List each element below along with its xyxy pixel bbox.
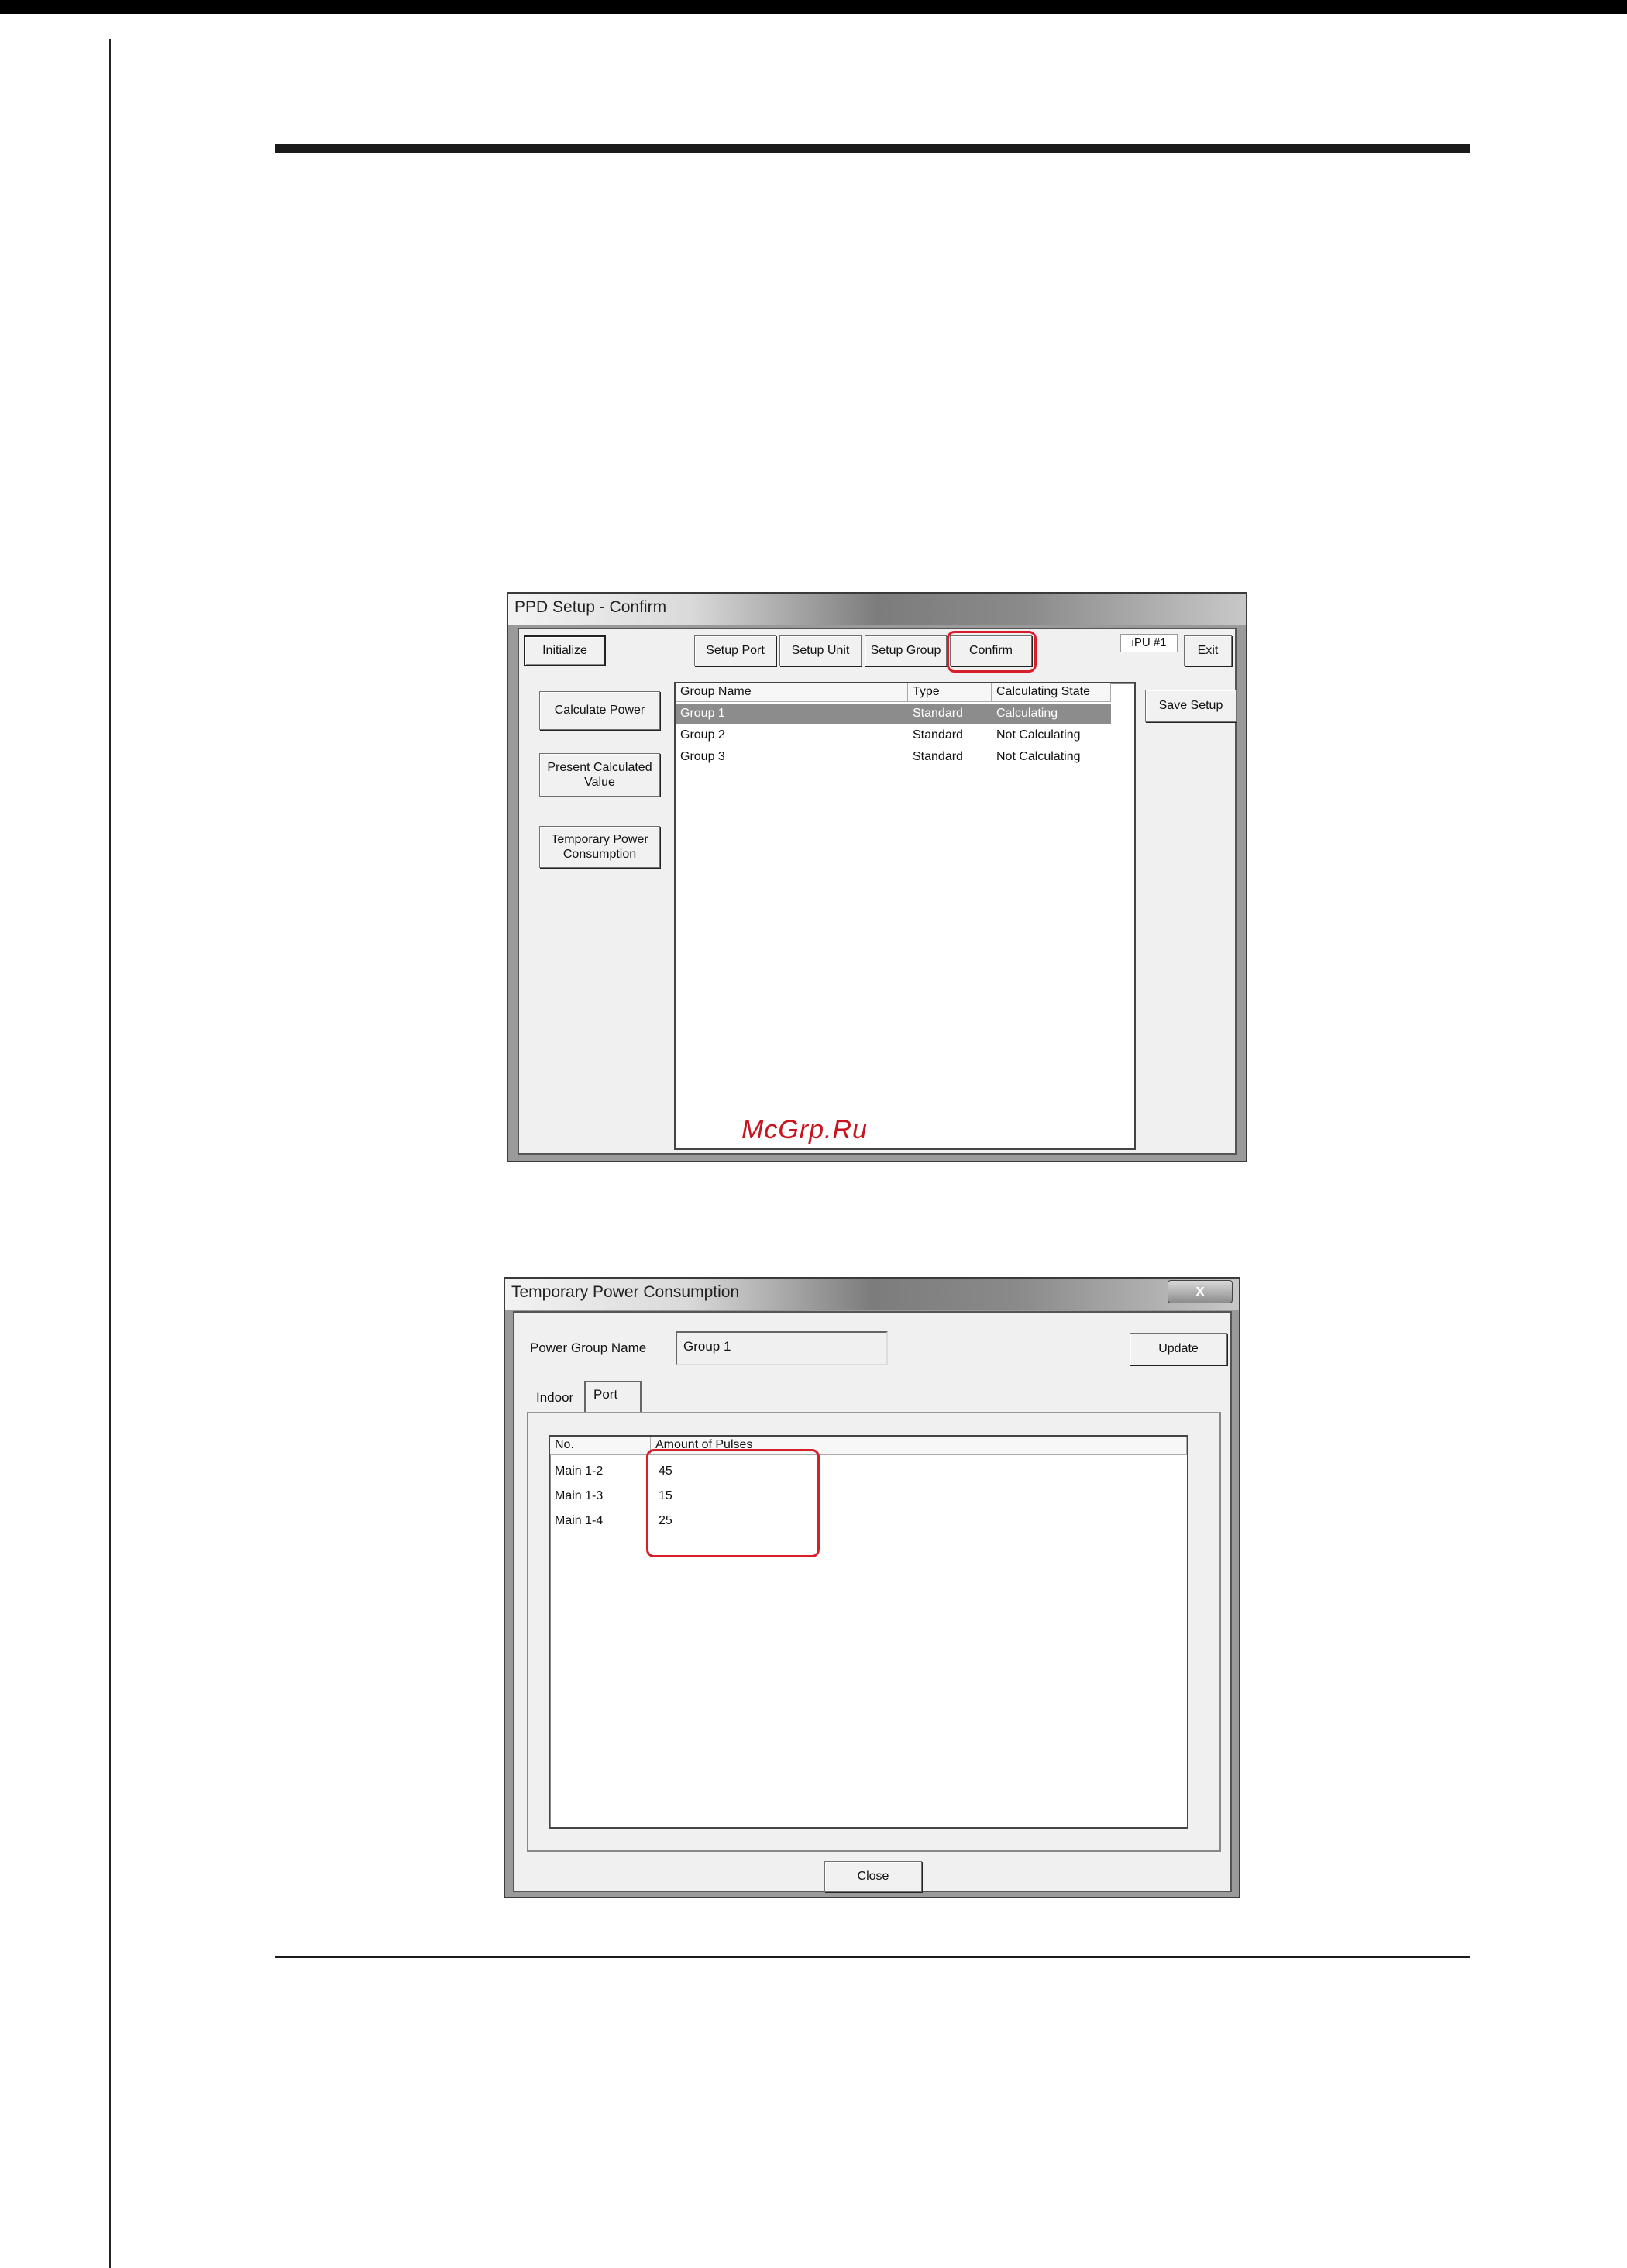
power-group-name-value: Group 1 (683, 1339, 731, 1354)
close-button[interactable]: Close (824, 1861, 922, 1892)
setup-port-button[interactable]: Setup Port (694, 635, 776, 666)
temporary-power-consumption-button[interactable]: Temporary Power Consumption (539, 826, 660, 868)
power-group-name-field[interactable]: Group 1 (676, 1331, 888, 1365)
row-no: Main 1-3 (555, 1489, 604, 1502)
table-row[interactable]: Main 1-4 25 (550, 1509, 1185, 1533)
port-list[interactable]: No. Amount of Pulses Main 1-2 45 Main 1-… (549, 1435, 1188, 1829)
save-setup-button[interactable]: Save Setup (1145, 690, 1237, 722)
temporary-power-label-2: Consumption (562, 848, 637, 861)
column-header-type-label: Type (913, 685, 940, 698)
row-calculating-state: Not Calculating (996, 728, 1081, 742)
table-row[interactable]: Main 1-2 45 (550, 1460, 1185, 1483)
setup-unit-button[interactable]: Setup Unit (779, 635, 862, 666)
table-row[interactable]: Group 3 Standard Not Calculating (676, 747, 1111, 767)
row-no: Main 1-4 (555, 1514, 604, 1527)
confirm-highlight (947, 631, 1037, 673)
row-group-name: Group 3 (680, 750, 725, 763)
temporary-power-label-1: Temporary Power (551, 832, 648, 846)
exit-label: Exit (1197, 644, 1219, 658)
column-header-type[interactable]: Type (908, 683, 992, 702)
row-no: Main 1-2 (555, 1464, 604, 1478)
exit-button[interactable]: Exit (1184, 635, 1232, 666)
column-header-calculating-state-label: Calculating State (996, 685, 1090, 698)
initialize-button[interactable]: Initialize (524, 635, 606, 666)
group-list[interactable]: Group Name Type Calculating State Group … (674, 682, 1136, 1150)
setup-port-label: Setup Port (706, 644, 765, 658)
present-calculated-label-2: Value (584, 776, 615, 789)
tab-indoor[interactable]: Indoor (531, 1387, 584, 1409)
ipu-label-text: iPU #1 (1131, 636, 1167, 649)
row-type: Standard (913, 728, 963, 742)
tab-panel: No. Amount of Pulses Main 1-2 45 Main 1-… (527, 1412, 1221, 1852)
page-left-rule (109, 39, 111, 2268)
column-header-no[interactable]: No. (550, 1437, 651, 1455)
column-header-group-name-label: Group Name (680, 685, 752, 698)
table-row[interactable]: Main 1-3 15 (550, 1485, 1185, 1508)
tab-port-label: Port (593, 1387, 618, 1402)
ppd-setup-client: Initialize Setup Port Setup Unit Setup G… (518, 628, 1237, 1155)
column-header-group-name[interactable]: Group Name (676, 683, 908, 702)
window-title: PPD Setup - Confirm (514, 598, 667, 616)
temporary-power-titlebar: Temporary Power Consumption x (505, 1279, 1239, 1310)
row-group-name: Group 1 (680, 707, 725, 720)
update-label: Update (1158, 1342, 1199, 1356)
present-calculated-value-button[interactable]: Present Calculated Value (539, 753, 660, 797)
ppd-setup-window: PPD Setup - Confirm Initialize Setup Por… (507, 592, 1247, 1162)
ipu-label: iPU #1 (1120, 634, 1178, 652)
section-rule-bottom (275, 1956, 1470, 1958)
temporary-power-client: Power Group Name Group 1 Update Indoor P… (513, 1311, 1232, 1892)
tab-indoor-label: Indoor (536, 1390, 574, 1405)
close-icon-glyph: x (1195, 1282, 1205, 1299)
setup-group-label: Setup Group (870, 644, 941, 658)
window-title: Temporary Power Consumption (511, 1283, 740, 1301)
setup-group-button[interactable]: Setup Group (865, 635, 947, 666)
page-top-bar (0, 0, 1627, 14)
update-button[interactable]: Update (1130, 1333, 1227, 1365)
close-icon[interactable]: x (1168, 1280, 1233, 1303)
table-row[interactable]: Group 2 Standard Not Calculating (676, 725, 1111, 745)
setup-unit-label: Setup Unit (791, 644, 850, 658)
power-group-name-label: Power Group Name (530, 1340, 647, 1355)
watermark: McGrp.Ru (741, 1115, 868, 1144)
initialize-button-label: Initialize (542, 644, 587, 658)
row-calculating-state: Not Calculating (996, 750, 1081, 763)
column-header-filler (814, 1437, 1187, 1455)
row-type: Standard (913, 750, 963, 763)
row-group-name: Group 2 (680, 728, 725, 742)
present-calculated-label-1: Present Calculated (547, 760, 652, 774)
section-rule-top (275, 144, 1470, 153)
calculate-power-button[interactable]: Calculate Power (539, 691, 660, 730)
temporary-power-window: Temporary Power Consumption x Power Grou… (504, 1277, 1240, 1898)
row-calculating-state: Calculating (996, 707, 1058, 720)
ppd-setup-titlebar: PPD Setup - Confirm (508, 594, 1246, 625)
tab-port[interactable]: Port (584, 1381, 642, 1413)
save-setup-label: Save Setup (1158, 699, 1223, 713)
table-row[interactable]: Group 1 Standard Calculating (676, 704, 1111, 724)
calculate-power-label: Calculate Power (554, 704, 645, 718)
amount-of-pulses-highlight (646, 1449, 820, 1557)
row-type: Standard (913, 707, 963, 720)
close-label: Close (857, 1870, 889, 1884)
column-header-no-label: No. (555, 1438, 574, 1451)
column-header-calculating-state[interactable]: Calculating State (992, 683, 1111, 702)
